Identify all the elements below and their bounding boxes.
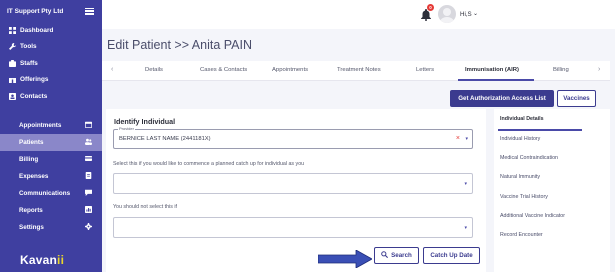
chat-icon: [85, 189, 92, 198]
catch-up-date-button[interactable]: Catch Up Date: [423, 247, 480, 264]
sidebar-item-label: Dashboard: [20, 26, 54, 34]
panel-item-individual-details[interactable]: Individual Details: [500, 116, 544, 122]
tab-appointments[interactable]: Appointments: [272, 67, 308, 73]
search-button[interactable]: Search: [374, 247, 419, 264]
active-panel-indicator: [498, 129, 582, 131]
sidebar: IT Support Pty Ltd Dashboard Tools Staff…: [0, 0, 102, 272]
sidebar-item-staffs[interactable]: Staffs: [0, 55, 102, 72]
sidebar-item-label: Communications: [19, 189, 71, 197]
tab-prev-arrow-icon[interactable]: ‹: [111, 66, 113, 73]
sidebar-item-dashboard[interactable]: Dashboard: [0, 22, 102, 39]
search-button-label: Search: [391, 252, 412, 259]
search-icon: [381, 251, 389, 260]
hamburger-menu-icon[interactable]: [85, 7, 94, 15]
sidebar-item-label: Reports: [19, 206, 43, 214]
sidebar-item-label: Tools: [20, 43, 37, 51]
user-name[interactable]: Hi,S: [460, 11, 472, 18]
sidebar-item-appointments[interactable]: Appointments: [0, 117, 102, 134]
tab-treatment-notes[interactable]: Treatment Notes: [337, 67, 381, 73]
caret-down-icon: ▾: [464, 225, 467, 231]
topbar: [102, 0, 615, 29]
tab-letters[interactable]: Letters: [416, 67, 434, 73]
report-icon: [85, 205, 92, 215]
sidebar-item-patients[interactable]: Patients: [0, 133, 102, 151]
sidebar-item-offerings[interactable]: Offerings: [0, 72, 102, 89]
kavanii-logo: Kavanii: [20, 253, 65, 267]
tab-cases-contacts[interactable]: Cases & Contacts: [200, 67, 247, 73]
tab-next-arrow-icon[interactable]: ›: [598, 66, 600, 73]
provider-value: BERNICE LAST NAME (2441181X): [119, 136, 211, 142]
receipt-icon: [85, 171, 92, 181]
sidebar-item-label: Billing: [19, 155, 39, 163]
sidebar-item-label: Staffs: [20, 59, 38, 67]
panel-item-record-encounter[interactable]: Record Encounter: [500, 232, 543, 238]
offerings-icon: [8, 76, 16, 84]
caret-down-icon: ▾: [464, 181, 467, 187]
tab-immunisation-air[interactable]: Immunisation (AIR): [465, 67, 519, 73]
exclusion-question: You should not select this if: [113, 204, 177, 210]
immunisation-side-panel: Individual Details Individual History Me…: [494, 109, 610, 272]
avatar[interactable]: [438, 5, 456, 23]
chevron-down-icon[interactable]: ⌄: [473, 10, 478, 17]
users-icon: [85, 138, 92, 147]
dashboard-icon: [8, 26, 16, 34]
sidebar-item-label: Appointments: [19, 121, 62, 129]
sidebar-header: IT Support Pty Ltd: [0, 0, 102, 22]
catch-up-select[interactable]: ▾: [113, 173, 473, 194]
sidebar-item-communications[interactable]: Communications: [0, 185, 102, 202]
contacts-icon: [8, 92, 16, 100]
tab-billing[interactable]: Billing: [553, 67, 569, 73]
sidebar-item-label: Expenses: [19, 172, 49, 180]
catch-up-question: Select this if you would like to commenc…: [113, 161, 305, 167]
vaccines-button[interactable]: Vaccines: [557, 90, 596, 107]
sidebar-item-tools[interactable]: Tools: [0, 39, 102, 56]
sidebar-item-label: Contacts: [20, 92, 48, 100]
company-name: IT Support Pty Ltd: [7, 7, 64, 15]
page-title: Edit Patient >> Anita PAIN: [107, 38, 252, 52]
wrench-icon: [8, 43, 16, 51]
active-tab-indicator: [458, 79, 534, 81]
get-authorization-access-list-button[interactable]: Get Authorization Access List: [450, 90, 554, 107]
sidebar-item-contacts[interactable]: Contacts: [0, 88, 102, 105]
gear-icon: [85, 222, 92, 232]
section-title: Identify Individual: [114, 117, 176, 126]
provider-select[interactable]: Provider BERNICE LAST NAME (2441181X) × …: [113, 126, 473, 149]
sidebar-item-expenses[interactable]: Expenses: [0, 168, 102, 185]
panel-item-individual-history[interactable]: Individual History: [500, 136, 540, 142]
sidebar-item-label: Patients: [19, 138, 44, 146]
tab-details[interactable]: Details: [145, 67, 163, 73]
panel-item-natural-immunity[interactable]: Natural Immunity: [500, 174, 540, 180]
staff-icon: [8, 59, 16, 67]
sidebar-item-billing[interactable]: Billing: [0, 151, 102, 168]
clear-icon[interactable]: ×: [456, 135, 460, 142]
card-icon: [85, 155, 92, 164]
caret-down-icon[interactable]: ▾: [465, 136, 468, 142]
tab-bar: ‹ Details Cases & Contacts Appointments …: [102, 61, 610, 81]
exclusion-select[interactable]: ▾: [113, 217, 473, 238]
sidebar-item-reports[interactable]: Reports: [0, 202, 102, 219]
identify-individual-card: Identify Individual Provider BERNICE LAS…: [106, 109, 486, 272]
panel-item-medical-contraindication[interactable]: Medical Contraindication: [500, 155, 558, 161]
sidebar-item-label: Settings: [19, 223, 44, 231]
provider-label: Provider: [118, 126, 135, 131]
sidebar-item-label: Offerings: [20, 76, 49, 84]
sidebar-item-settings[interactable]: Settings: [0, 219, 102, 236]
panel-item-additional-vaccine-indicator[interactable]: Additional Vaccine Indicator: [500, 213, 565, 219]
annotation-arrow-icon: [318, 250, 372, 268]
notification-badge: 0: [427, 4, 434, 11]
panel-item-vaccine-trial-history[interactable]: Vaccine Trial History: [500, 194, 548, 200]
calendar-icon: [85, 121, 92, 130]
